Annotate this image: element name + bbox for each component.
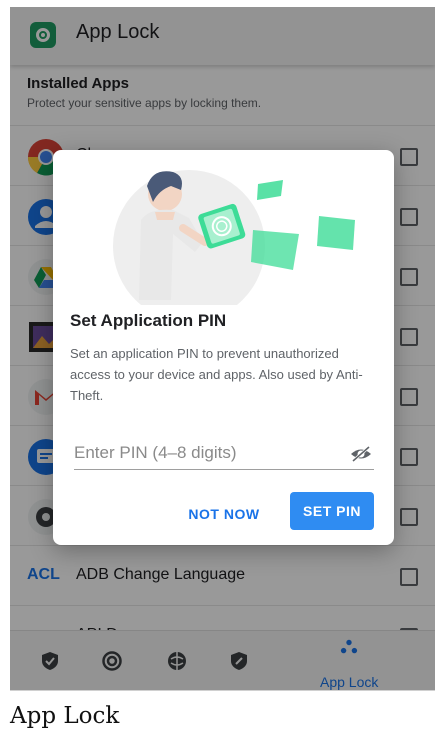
pin-input[interactable] (74, 438, 344, 468)
device-screen: App Lock Installed Apps Protect your sen… (10, 7, 435, 690)
visibility-off-icon[interactable] (350, 445, 372, 463)
screenshot-caption: App Lock (10, 703, 120, 729)
dialog-body: Set an application PIN to prevent unauth… (70, 346, 363, 403)
set-pin-dialog: Set Application PIN Set an application P… (53, 150, 394, 545)
dialog-title: Set Application PIN (70, 311, 227, 330)
set-pin-button[interactable]: SET PIN (290, 492, 374, 530)
fingerprint-illustration (113, 170, 355, 305)
screenshot-divider (10, 690, 435, 691)
not-now-button[interactable]: NOT NOW (181, 496, 267, 532)
pin-field (74, 438, 374, 470)
